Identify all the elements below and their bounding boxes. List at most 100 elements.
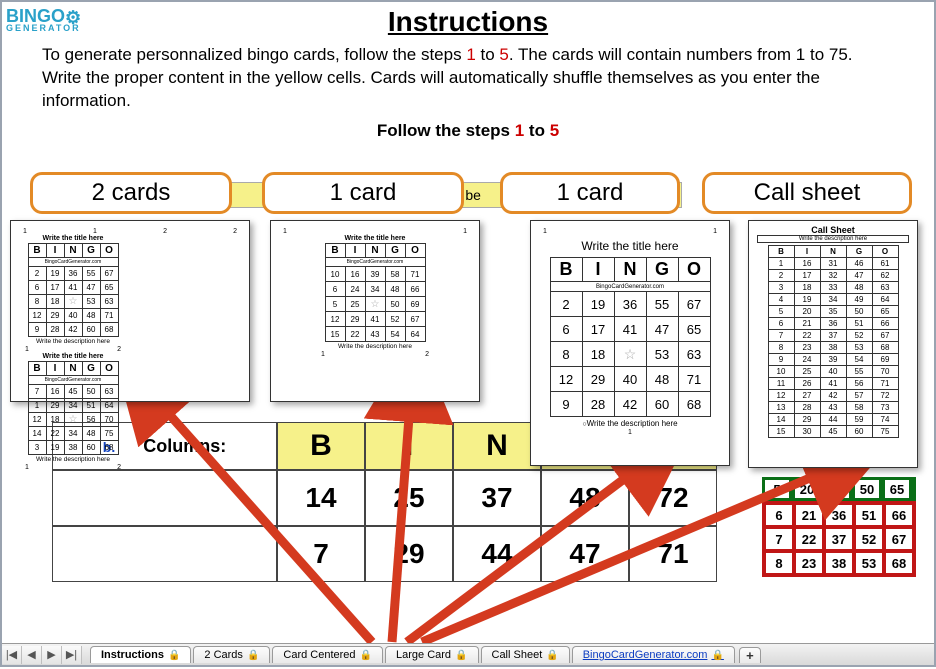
yellow-header-cell[interactable]: B — [277, 422, 365, 470]
lock-icon: 🔒 — [711, 650, 723, 661]
nav-next-button[interactable]: ▶ — [42, 646, 62, 664]
green-cell: 5 — [762, 477, 792, 501]
mini-card-a: Write the title hereBINGOBingoCardGenera… — [19, 235, 127, 353]
tab-label: Card Centered — [283, 649, 355, 661]
intro-step-five: 5 — [499, 45, 508, 64]
follow-five: 5 — [550, 121, 559, 140]
red-cell: 7 — [764, 527, 794, 551]
number-cell: 37 — [453, 470, 541, 526]
number-cell: 44 — [453, 526, 541, 582]
follow-mid: to — [524, 121, 550, 140]
pagenum: 1 — [23, 228, 27, 235]
logo-subtext: GENERATOR — [6, 25, 81, 32]
red-cell: 23 — [794, 551, 824, 575]
intro-pre: To generate personnalized bingo cards, f… — [42, 45, 466, 64]
pagenum: 1 — [543, 228, 547, 235]
yellow-header-cell[interactable]: I — [365, 422, 453, 470]
number-cell: 25 — [365, 470, 453, 526]
number-cell: 48 — [541, 470, 629, 526]
number-row-1: 1425374872 — [277, 470, 717, 526]
lock-icon: 🔒 — [247, 650, 259, 661]
thumbnail-2-cards: 1 1 2 2 Write the title hereBINGOBingoCardG… — [10, 220, 250, 402]
number-cell: 7 — [277, 526, 365, 582]
red-cell: 6 — [764, 503, 794, 527]
yellow-header-cell[interactable]: N — [453, 422, 541, 470]
green-cell: 20 — [792, 477, 822, 501]
call-sheet-table: BINGO11631466121732476231833486341934496… — [768, 245, 899, 438]
follow-one: 1 — [515, 121, 524, 140]
red-cell: 52 — [854, 527, 884, 551]
green-row: 520355065 — [762, 477, 916, 501]
thumbnail-large-card: 1 1 Write the title here BINGOBingoCardGe… — [530, 220, 730, 466]
sheet-tab[interactable]: Call Sheet🔒 — [481, 646, 570, 663]
red-cell: 67 — [884, 527, 914, 551]
large-card-desc: Write the description here — [587, 419, 678, 428]
label-1-card-centered: 1 card — [262, 172, 464, 214]
call-sheet-desc: Write the description here — [757, 235, 909, 243]
number-cell: 72 — [629, 470, 717, 526]
intro-step-one: 1 — [466, 45, 475, 64]
red-cell: 8 — [764, 551, 794, 575]
pagenum: 2 — [163, 228, 167, 235]
tab-label: BingoCardGenerator.com — [583, 649, 708, 661]
tab-label: 2 Cards — [204, 649, 243, 661]
page-title: Instructions — [2, 6, 934, 38]
red-cell: 36 — [824, 503, 854, 527]
follow-pre: Follow the steps — [377, 121, 515, 140]
number-cell: 71 — [629, 526, 717, 582]
pagenum: 1 — [283, 228, 287, 235]
lock-icon: 🔒 — [546, 650, 558, 661]
pagenum: 2 — [233, 228, 237, 235]
intro-mid: to — [476, 45, 500, 64]
sheet-tab-bar: |◀ ◀ ▶ ▶| Instructions🔒2 Cards🔒Card Cent… — [2, 643, 934, 665]
add-sheet-button[interactable]: + — [739, 647, 761, 663]
lock-icon: 🔒 — [168, 650, 180, 661]
red-rows: 621365166 722375267 823385368 — [762, 501, 916, 577]
tab-label: Instructions — [101, 649, 164, 661]
side-board: 520355065 621365166 722375267 823385368 — [762, 477, 916, 577]
tab-label: Large Card — [396, 649, 451, 661]
red-cell: 53 — [854, 551, 884, 575]
sheet-tab[interactable]: Instructions 🔒 — [90, 646, 191, 663]
label-1-card-large: 1 card — [500, 172, 680, 214]
red-cell: 21 — [794, 503, 824, 527]
sheet-tab[interactable]: Card Centered 🔒 — [272, 646, 383, 663]
green-cell: 65 — [882, 477, 912, 501]
green-cell: 50 — [852, 477, 882, 501]
number-cell: 14 — [277, 470, 365, 526]
red-cell: 66 — [884, 503, 914, 527]
lock-icon: 🔒 — [455, 650, 467, 661]
tab-label: Call Sheet — [492, 649, 543, 661]
pagenum: 1 — [93, 228, 97, 235]
nav-last-button[interactable]: ▶| — [62, 646, 82, 664]
mini-card-b: Write the title hereBINGOBingoCardGenera… — [19, 353, 127, 471]
red-cell: 22 — [794, 527, 824, 551]
sheet-tab[interactable]: Large Card 🔒 — [385, 646, 479, 663]
red-cell: 38 — [824, 551, 854, 575]
number-row-2: 729444771 — [277, 526, 717, 582]
red-cell: 37 — [824, 527, 854, 551]
green-cell: 35 — [822, 477, 852, 501]
number-cell: 47 — [541, 526, 629, 582]
large-card-table: BINGOBingoCardGenerator.com2193655676174… — [550, 257, 711, 417]
lock-icon: 🔒 — [360, 650, 372, 661]
intro-text: To generate personnalized bingo cards, f… — [42, 44, 894, 113]
thumbnail-call-sheet: Call Sheet Write the description here BI… — [748, 220, 918, 468]
pagenum: 1 — [628, 429, 632, 436]
sheet-tab[interactable]: 2 Cards 🔒 — [193, 646, 270, 663]
red-cell: 68 — [884, 551, 914, 575]
label-call-sheet: Call sheet — [702, 172, 912, 214]
red-cell: 51 — [854, 503, 884, 527]
number-cell: 29 — [365, 526, 453, 582]
pagenum: 1 — [713, 228, 717, 235]
nav-first-button[interactable]: |◀ — [2, 646, 22, 664]
mini-card-c: Write the title hereBINGOBingoCardGenera… — [315, 235, 435, 358]
call-sheet-title: Call Sheet — [753, 225, 913, 235]
label-2-cards: 2 cards — [30, 172, 232, 214]
pagenum: 1 — [463, 228, 467, 235]
sheet-tab[interactable]: BingoCardGenerator.com🔒 — [572, 646, 735, 663]
nav-prev-button[interactable]: ◀ — [22, 646, 42, 664]
tabs-holder: Instructions🔒2 Cards🔒Card Centered🔒Large… — [90, 646, 737, 663]
logo: BINGO⚙ GENERATOR — [6, 6, 81, 32]
large-card-title: Write the title here — [537, 239, 723, 253]
